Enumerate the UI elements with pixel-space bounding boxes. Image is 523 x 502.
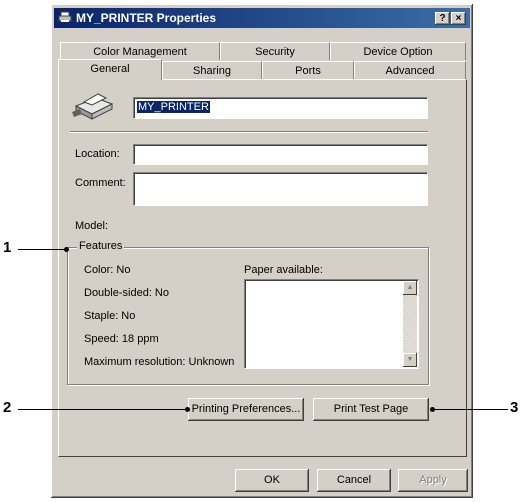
- printer-name-value: MY_PRINTER: [137, 101, 210, 113]
- printer-large-icon: [70, 90, 116, 122]
- scroll-up-icon[interactable]: ▲: [403, 281, 417, 295]
- tab-ports[interactable]: Ports: [262, 61, 354, 79]
- model-label: Model:: [75, 220, 109, 232]
- close-button[interactable]: ×: [451, 12, 466, 25]
- callout-3-dot: [430, 407, 435, 412]
- callout-1-line: [18, 249, 66, 250]
- tab-advanced[interactable]: Advanced: [354, 61, 466, 79]
- callout-1-dot: [64, 247, 69, 252]
- features-title: Features: [77, 240, 125, 252]
- feature-color: Color: No: [84, 264, 131, 276]
- window-title: MY_PRINTER Properties: [76, 11, 217, 25]
- paper-available-label: Paper available:: [244, 264, 323, 276]
- ok-button[interactable]: OK: [235, 469, 309, 492]
- feature-double-sided: Double-sided: No: [84, 287, 169, 299]
- print-test-page-button[interactable]: Print Test Page: [313, 398, 429, 421]
- tab-color-management[interactable]: Color Management: [60, 42, 220, 60]
- apply-button[interactable]: Apply: [398, 469, 468, 492]
- tab-device-option[interactable]: Device Option: [330, 42, 466, 60]
- printer-name-field[interactable]: MY_PRINTER: [133, 97, 428, 119]
- feature-max-resolution: Maximum resolution: Unknown: [84, 356, 235, 368]
- callout-2-dot: [185, 407, 190, 412]
- paper-available-list[interactable]: [244, 279, 419, 369]
- callout-3-line: [432, 409, 508, 410]
- callout-1: 1: [3, 239, 12, 256]
- divider: [70, 131, 428, 132]
- callout-2-line: [18, 409, 188, 410]
- location-label: Location:: [75, 148, 120, 160]
- callout-3: 3: [510, 399, 519, 416]
- tab-general[interactable]: General: [58, 59, 162, 80]
- location-input[interactable]: [133, 144, 428, 165]
- callout-2: 2: [3, 399, 12, 416]
- tab-security[interactable]: Security: [220, 42, 330, 60]
- scroll-down-icon[interactable]: ▼: [403, 353, 417, 367]
- comment-label: Comment:: [75, 177, 126, 189]
- feature-staple: Staple: No: [84, 310, 136, 322]
- help-button[interactable]: ?: [435, 12, 450, 25]
- tab-sharing[interactable]: Sharing: [162, 61, 262, 79]
- printing-preferences-button[interactable]: Printing Preferences...: [188, 398, 304, 421]
- cancel-button[interactable]: Cancel: [317, 469, 391, 492]
- feature-speed: Speed: 18 ppm: [84, 333, 159, 345]
- comment-input[interactable]: [133, 172, 428, 206]
- printer-icon: [58, 11, 72, 23]
